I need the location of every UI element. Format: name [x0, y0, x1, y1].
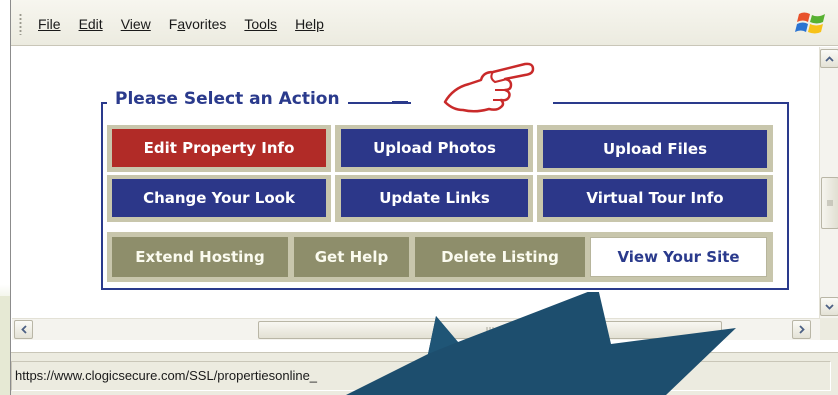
get-help-button[interactable]: Get Help [294, 237, 409, 277]
menu-bar: File Edit View Favorites Tools Help [11, 0, 838, 46]
toolbar-grip[interactable] [19, 13, 22, 35]
starburst-decoration [346, 292, 736, 395]
panel-title: Please Select an Action [107, 89, 348, 109]
change-your-look-button[interactable]: Change Your Look [112, 179, 326, 217]
scroll-right-button[interactable] [792, 320, 811, 339]
windows-logo-icon [795, 12, 825, 34]
extend-hosting-button[interactable]: Extend Hosting [112, 237, 288, 277]
get-help-label: Get Help [314, 248, 389, 266]
scroll-left-button[interactable] [14, 320, 33, 339]
menu-edit[interactable]: Edit [79, 16, 103, 32]
scroll-down-button[interactable] [820, 297, 838, 316]
chevron-left-icon [20, 325, 27, 334]
menu-help[interactable]: Help [295, 16, 324, 32]
menu-edit-label: Edit [78, 16, 103, 32]
scroll-up-button[interactable] [820, 49, 838, 68]
virtual-tour-info-button[interactable]: Virtual Tour Info [543, 179, 767, 217]
update-links-button[interactable]: Update Links [341, 179, 528, 217]
upload-photos-button[interactable]: Upload Photos [341, 129, 528, 167]
upload-files-button[interactable]: Upload Files [543, 130, 767, 168]
page-background-left-lower [0, 296, 10, 395]
chevron-down-icon [825, 303, 834, 310]
menu-tools-label: Tools [244, 16, 278, 32]
edit-property-info-button[interactable]: Edit Property Info [112, 129, 326, 167]
edit-property-info-label: Edit Property Info [143, 139, 295, 157]
vertical-scroll-thumb[interactable] [821, 177, 838, 229]
view-your-site-button[interactable]: View Your Site [590, 237, 767, 277]
upload-photos-label: Upload Photos [373, 139, 496, 157]
change-your-look-label: Change Your Look [143, 189, 295, 207]
menu-items: File Edit View Favorites Tools Help [38, 16, 342, 32]
menu-favorites[interactable]: Favorites [169, 16, 227, 32]
menu-file[interactable]: File [38, 16, 61, 32]
extend-hosting-label: Extend Hosting [135, 248, 265, 266]
view-your-site-label: View Your Site [617, 248, 740, 266]
update-links-label: Update Links [379, 189, 490, 207]
menu-file-label: File [38, 16, 61, 32]
pointing-hand-icon [443, 62, 535, 113]
vertical-scrollbar[interactable] [819, 47, 838, 318]
chevron-up-icon [825, 55, 834, 62]
scrollbar-corner [820, 318, 838, 340]
upload-files-label: Upload Files [602, 140, 708, 158]
menu-view-label: View [120, 16, 151, 32]
menu-help-label: Help [295, 16, 324, 32]
delete-listing-button[interactable]: Delete Listing [415, 237, 585, 277]
delete-listing-label: Delete Listing [441, 248, 559, 266]
virtual-tour-info-label: Virtual Tour Info [586, 189, 724, 207]
grip-lines-icon [827, 200, 833, 206]
status-url: https://www.clogicsecure.com/SSL/propert… [15, 368, 318, 383]
menu-favorites-label: Favorites [168, 16, 227, 32]
title-dash [392, 101, 408, 104]
menu-view[interactable]: View [121, 16, 151, 32]
menu-tools[interactable]: Tools [244, 16, 277, 32]
chevron-right-icon [798, 325, 805, 334]
